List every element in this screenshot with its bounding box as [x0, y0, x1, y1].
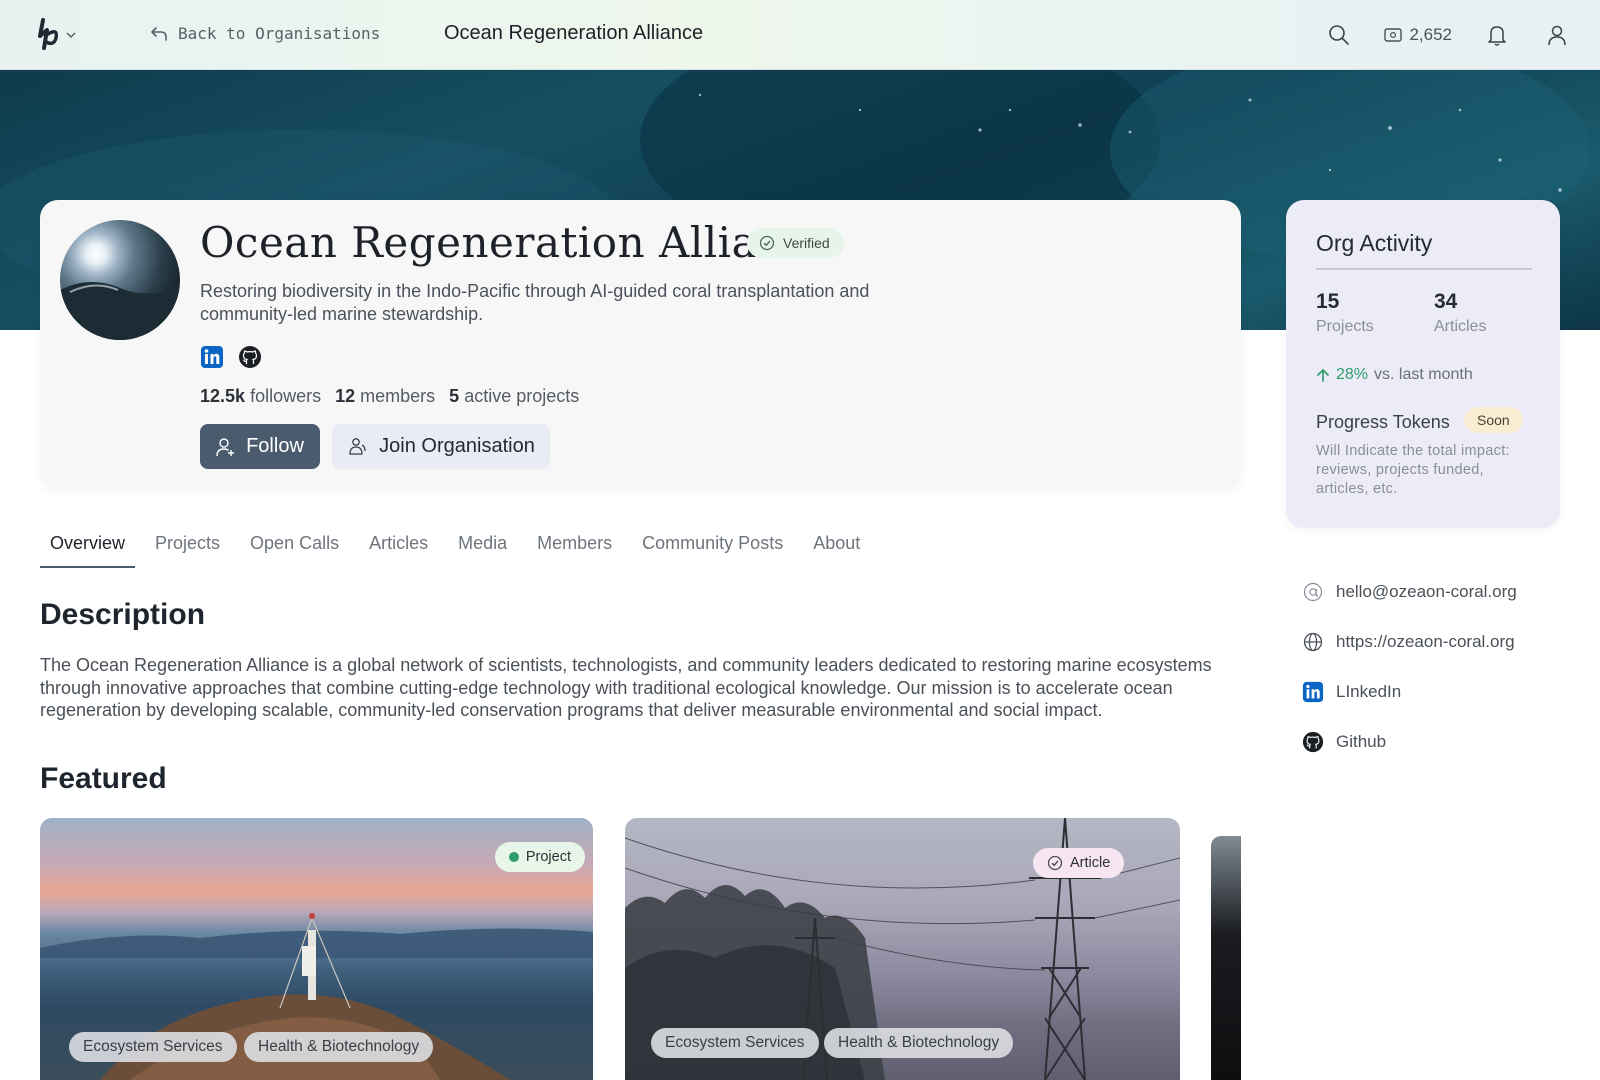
card-type-label: Project — [525, 849, 571, 865]
wallet-icon — [1384, 28, 1403, 42]
follow-button-label: Follow — [246, 435, 304, 457]
token-balance[interactable]: 2,652 — [1384, 25, 1452, 45]
featured-heading: Featured — [40, 762, 167, 795]
tab-community-posts[interactable]: Community Posts — [632, 520, 793, 568]
org-activity-panel: Org Activity 15 Projects 34 Articles 28%… — [1286, 200, 1560, 528]
globe-icon — [1302, 631, 1324, 653]
organisation-avatar — [60, 220, 180, 340]
linkedin-text: LInkedIn — [1336, 682, 1402, 701]
follow-button[interactable]: Follow — [200, 424, 320, 469]
github-link[interactable]: Github — [1302, 730, 1517, 754]
featured-card-project[interactable]: Project Ecosystem Services Health & Biot… — [40, 818, 593, 1080]
project-type-badge: Project — [494, 842, 585, 872]
tag-chip[interactable]: Health & Biotechnology — [244, 1032, 434, 1062]
add-user-icon — [216, 437, 235, 456]
articles-count: 34 — [1434, 290, 1458, 313]
avatar-image — [60, 281, 180, 340]
arrow-up-icon — [1317, 368, 1329, 382]
card-type-label: Article — [1070, 855, 1111, 871]
check-circle-icon — [759, 235, 775, 251]
tab-overview[interactable]: Overview — [40, 520, 136, 568]
followers-count: 12.5k — [200, 386, 246, 406]
tab-projects[interactable]: Projects — [145, 520, 230, 568]
active-projects-count: 5 — [449, 386, 460, 406]
organisation-tagline: Restoring biodiversity in the Indo-Pacif… — [200, 281, 870, 324]
check-circle-icon — [1047, 855, 1063, 871]
user-icon — [1548, 25, 1566, 46]
back-link-label: Back to Organisations — [178, 24, 381, 43]
articles-label: Articles — [1434, 318, 1487, 335]
back-arrow-icon — [151, 26, 167, 41]
verified-badge: Verified — [747, 228, 844, 258]
article-type-badge: Article — [1033, 848, 1125, 878]
organisation-profile-card: Ocean Regeneration Alliance Verified Res… — [40, 200, 1241, 490]
projects-label: Projects — [1316, 318, 1374, 335]
linkedin-icon — [1302, 681, 1324, 703]
organisation-tabs: Overview Projects Open Calls Articles Me… — [40, 520, 880, 568]
tab-articles[interactable]: Articles — [359, 520, 438, 568]
divider — [1316, 268, 1532, 270]
group-icon — [349, 437, 366, 455]
page-title: Ocean Regeneration Alliance — [444, 22, 704, 44]
tab-media[interactable]: Media — [448, 520, 517, 568]
tab-open-calls[interactable]: Open Calls — [240, 520, 349, 568]
contact-links: hello@ozeaon-coral.org https://ozeaon-co… — [1302, 580, 1517, 780]
logo-icon — [38, 18, 59, 50]
members-count: 12 — [335, 386, 356, 406]
back-to-organisations-link[interactable]: Back to Organisations — [150, 24, 380, 43]
tag-chip[interactable]: Ecosystem Services — [651, 1028, 819, 1058]
progress-tokens-description: Will Indicate the total impact: reviews,… — [1316, 443, 1510, 497]
description-heading: Description — [40, 598, 206, 631]
growth-indicator: 28% vs. last month — [1316, 366, 1473, 384]
featured-card-partial[interactable] — [1211, 836, 1241, 1080]
followers-label: followers — [250, 386, 322, 406]
email-link[interactable]: hello@ozeaon-coral.org — [1302, 580, 1517, 604]
nav-actions: 2,652 — [1324, 20, 1572, 50]
organisation-name: Ocean Regeneration Alliance — [200, 218, 835, 267]
description-text: The Ocean Regeneration Alliance is a glo… — [40, 655, 1212, 720]
members-label: members — [360, 386, 436, 406]
followers-stat: 12.5k followers — [200, 386, 321, 407]
organisation-stats: 12.5k followers 12 members 5 active proj… — [200, 386, 579, 407]
search-icon — [1329, 25, 1350, 45]
featured-card-article[interactable]: Article Ecosystem Services Health & Biot… — [625, 818, 1180, 1080]
active-projects-label: active projects — [464, 386, 580, 406]
tab-members[interactable]: Members — [527, 520, 622, 568]
email-text: hello@ozeaon-coral.org — [1336, 582, 1517, 601]
linkedin-link[interactable]: LInkedIn — [1302, 680, 1517, 704]
org-activity-title: Org Activity — [1316, 230, 1433, 256]
token-count: 2,652 — [1409, 25, 1452, 44]
tag-chip[interactable]: Ecosystem Services — [69, 1032, 237, 1062]
app-logo-menu[interactable] — [34, 16, 82, 54]
tag-chip[interactable]: Health & Biotechnology — [824, 1028, 1014, 1058]
bell-icon — [1488, 26, 1506, 46]
at-sign-icon — [1302, 581, 1324, 603]
active-projects-stat: 5 active projects — [449, 386, 579, 407]
join-button-label: Join Organisation — [379, 435, 535, 457]
join-organisation-button[interactable]: Join Organisation — [332, 424, 550, 469]
soon-badge: Soon — [1464, 407, 1523, 433]
user-profile-button[interactable] — [1542, 20, 1572, 50]
github-icon[interactable] — [238, 345, 262, 369]
verified-label: Verified — [783, 235, 830, 251]
notifications-button[interactable] — [1482, 20, 1512, 50]
search-button[interactable] — [1324, 20, 1354, 50]
progress-tokens-label: Progress Tokens — [1316, 412, 1450, 432]
top-navigation-bar: Back to Organisations Ocean Regeneration… — [0, 0, 1600, 70]
projects-count: 15 — [1316, 290, 1340, 313]
website-link[interactable]: https://ozeaon-coral.org — [1302, 630, 1517, 654]
social-links — [200, 345, 262, 369]
website-text: https://ozeaon-coral.org — [1336, 632, 1515, 651]
tab-about[interactable]: About — [803, 520, 870, 568]
green-dot-icon — [508, 852, 519, 862]
growth-percent: 28% — [1336, 366, 1369, 383]
linkedin-icon[interactable] — [200, 345, 224, 369]
github-text: Github — [1336, 732, 1387, 751]
members-stat: 12 members — [335, 386, 435, 407]
chevron-down-icon — [66, 32, 76, 39]
github-icon — [1302, 731, 1324, 753]
growth-label: vs. last month — [1374, 366, 1473, 383]
